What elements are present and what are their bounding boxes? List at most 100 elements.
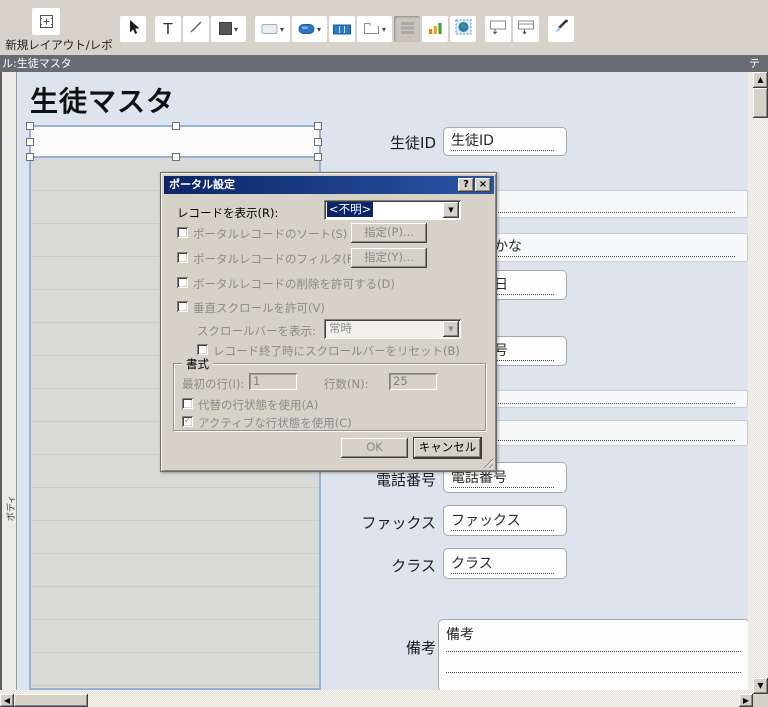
- active-row-label: アクティブな行状態を使用(C): [198, 416, 352, 430]
- chart-tool-button[interactable]: [422, 16, 448, 42]
- right-arrow-icon: ▶: [742, 696, 750, 705]
- notes-label[interactable]: 備考: [346, 637, 436, 658]
- alternate-row-label: 代替の行状態を使用(A): [198, 398, 319, 412]
- scrollbar-show-combobox[interactable]: 常時 ▼: [324, 319, 461, 339]
- phone-label[interactable]: 電話番号: [346, 469, 436, 490]
- dialog-title: ポータル設定: [169, 178, 235, 191]
- insert-field-icon: [489, 19, 507, 39]
- row-count-input[interactable]: 25: [389, 373, 437, 390]
- image-tool-button[interactable]: [450, 16, 476, 42]
- show-records-label: レコードを表示(R):: [177, 206, 279, 220]
- image-icon: [455, 19, 472, 39]
- filter-checkbox[interactable]: [177, 252, 188, 263]
- fax-label[interactable]: ファックス: [346, 512, 436, 533]
- row-count-label: 行数(N):: [324, 377, 369, 391]
- button-bar-tool-button[interactable]: [329, 16, 355, 42]
- field-tool-button[interactable]: ▾: [255, 16, 290, 42]
- vertical-scroll-checkbox[interactable]: [177, 301, 188, 312]
- insert-field-tool-button[interactable]: [485, 16, 511, 42]
- sort-specify-button[interactable]: 指定(P)...: [351, 223, 427, 243]
- new-layout-report-button[interactable]: [32, 8, 60, 35]
- selection-handle[interactable]: [26, 153, 34, 161]
- status-left-text: ル:生徒マスタ: [2, 57, 72, 70]
- notes-field[interactable]: 備考: [438, 619, 748, 690]
- selection-handle[interactable]: [172, 122, 180, 130]
- left-arrow-icon: ◀: [3, 696, 11, 705]
- ok-button[interactable]: OK: [341, 438, 408, 458]
- fax-field-text: ファックス: [451, 513, 554, 531]
- chevron-down-icon: ▾: [316, 24, 321, 34]
- show-records-combobox[interactable]: <不明> ▼: [324, 200, 461, 220]
- line-tool-button[interactable]: [183, 16, 209, 42]
- vertical-scroll-label: 垂直スクロールを許可(V): [193, 301, 325, 315]
- alternate-row-checkbox[interactable]: [182, 398, 193, 409]
- horizontal-scrollbar[interactable]: ◀ ▶: [0, 694, 753, 707]
- combo-down-arrow-icon: ▼: [448, 325, 454, 333]
- allow-delete-checkbox[interactable]: [177, 277, 188, 288]
- button-tool-button[interactable]: ▾: [292, 16, 327, 42]
- horizontal-scroll-thumb[interactable]: [14, 694, 88, 707]
- text-tool-icon: T: [163, 20, 173, 38]
- active-row-checkbox[interactable]: ✓: [182, 416, 193, 427]
- combo-dropdown-button[interactable]: ▼: [443, 202, 459, 218]
- student-id-field[interactable]: 生徒ID: [443, 127, 567, 156]
- format-painter-icon: [553, 19, 569, 39]
- close-button[interactable]: ×: [475, 178, 491, 192]
- first-row-input[interactable]: 1: [249, 373, 297, 390]
- fax-field[interactable]: ファックス: [443, 505, 567, 536]
- class-field-text: クラス: [451, 556, 554, 574]
- portal-icon: [400, 20, 415, 39]
- dialog-title-bar[interactable]: ポータル設定 ? ×: [164, 176, 494, 194]
- reset-scrollbar-checkbox[interactable]: [197, 344, 208, 355]
- portal-tool-button[interactable]: [394, 16, 420, 42]
- down-arrow-icon: ▼: [757, 681, 764, 690]
- up-arrow-icon: ▲: [757, 75, 764, 84]
- text-tool-button[interactable]: T: [155, 16, 181, 42]
- selection-handle[interactable]: [172, 153, 180, 161]
- format-groupbox: 書式 最初の行(I): 1 行数(N): 25 代替の行状態を使用(A) ✓ ア…: [173, 356, 486, 431]
- combo-dropdown-button[interactable]: ▼: [443, 321, 459, 337]
- sort-label: ポータルレコードのソート(S): [193, 227, 348, 241]
- body-part-tab[interactable]: ボディ: [4, 494, 17, 522]
- insert-part-tool-button[interactable]: [513, 16, 539, 42]
- class-label[interactable]: クラス: [346, 555, 436, 576]
- vertical-scrollbar[interactable]: ▲ ▼: [753, 72, 768, 694]
- select-tool-button[interactable]: [120, 16, 146, 42]
- button-icon: [298, 20, 315, 39]
- field-icon: [261, 20, 278, 39]
- checkmark-icon: ✓: [183, 416, 192, 426]
- scroll-up-button[interactable]: ▲: [753, 72, 768, 88]
- class-field[interactable]: クラス: [443, 548, 567, 579]
- selection-handle[interactable]: [26, 122, 34, 130]
- phone-field-text: 電話番号: [451, 470, 554, 488]
- vertical-scroll-thumb[interactable]: [753, 88, 768, 118]
- resize-grip[interactable]: [481, 456, 493, 468]
- help-button[interactable]: ?: [458, 178, 474, 192]
- allow-delete-label: ポータルレコードの削除を許可する(D): [193, 277, 395, 291]
- filter-specify-button[interactable]: 指定(Y)...: [351, 248, 427, 268]
- shape-tool-button[interactable]: ▾: [211, 16, 246, 42]
- tab-control-icon: [363, 20, 380, 39]
- cancel-button[interactable]: キャンセル: [413, 437, 482, 459]
- scroll-left-button[interactable]: ◀: [0, 694, 14, 707]
- scroll-down-button[interactable]: ▼: [753, 678, 768, 694]
- scroll-right-button[interactable]: ▶: [739, 694, 753, 707]
- layout-title-text[interactable]: 生徒マスタ: [30, 80, 175, 120]
- new-layout-icon: [39, 14, 54, 33]
- shape-icon: [218, 20, 232, 39]
- selection-handle[interactable]: [314, 122, 322, 130]
- sort-checkbox[interactable]: [177, 227, 188, 238]
- reset-scrollbar-label: レコード終了時にスクロールバーをリセット(B): [213, 344, 460, 358]
- postal-code-field-text: 号: [494, 343, 554, 361]
- format-painter-tool-button[interactable]: [548, 16, 574, 42]
- part-label-strip: ボディ: [0, 72, 17, 690]
- scrollbar-corner: [753, 694, 768, 707]
- format-group-label: 書式: [182, 356, 213, 372]
- tab-control-tool-button[interactable]: ▾: [357, 16, 392, 42]
- chevron-down-icon: ▾: [381, 24, 386, 34]
- student-id-field-text: 生徒ID: [451, 133, 554, 151]
- selection-handle[interactable]: [314, 153, 322, 161]
- selection-handle[interactable]: [26, 138, 34, 146]
- selection-handle[interactable]: [314, 138, 322, 146]
- student-id-label[interactable]: 生徒ID: [346, 132, 436, 153]
